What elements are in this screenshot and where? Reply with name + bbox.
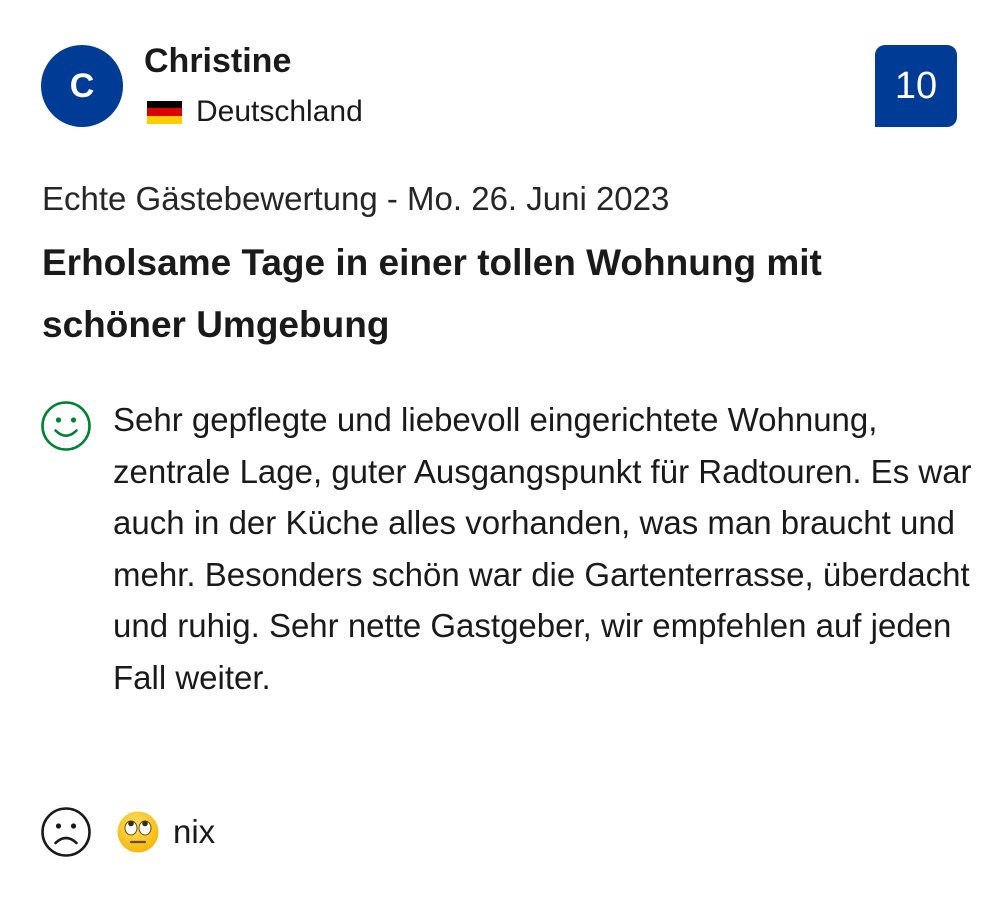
review-meta: Echte Gästebewertung - Mo. 26. Juni 2023 — [42, 180, 670, 217]
eye-roll-emoji-icon — [117, 811, 159, 853]
country-label: Deutschland — [196, 95, 363, 128]
smiley-happy-icon — [41, 401, 91, 451]
reviewer-name: Christine — [144, 42, 292, 80]
reviewer-avatar: C — [41, 45, 123, 127]
reviewer-country: Deutschland — [147, 94, 363, 130]
score-badge: 10 — [875, 45, 957, 127]
germany-flag-icon — [147, 100, 182, 124]
smiley-sad-icon — [41, 807, 91, 857]
review-positive-text: Sehr gepflegte und liebevoll eingerichte… — [113, 401, 972, 696]
avatar-initial: C — [69, 66, 95, 105]
review-negative-text: nix — [173, 813, 216, 850]
review-title: Erholsame Tage in einer tollen Wohnung m… — [42, 242, 822, 345]
